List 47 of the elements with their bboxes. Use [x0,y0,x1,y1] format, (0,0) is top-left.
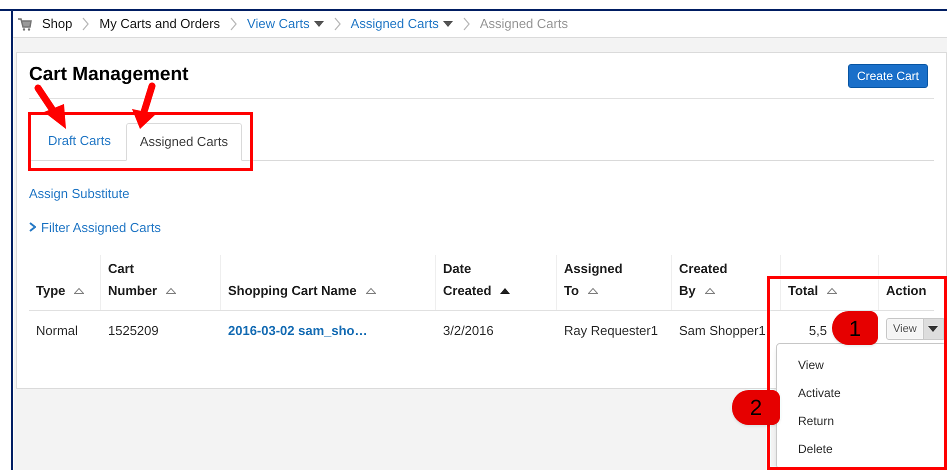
column-header: Cart [108,260,136,278]
callout-marker: 2 [732,390,780,425]
caret-icon [928,326,938,332]
chevron-icon [82,17,90,31]
menu-item[interactable]: View [798,351,824,379]
table-cell: Ray Requester1 [564,323,658,338]
chevron-icon [230,17,238,31]
caret-icon [442,21,453,27]
breadcrumb-link[interactable]: My Carts and Orders [99,14,220,34]
breadcrumb-link[interactable]: Assigned Carts [350,14,453,34]
column-header: Total [788,282,818,300]
table-cell: Sam Shopper1 [679,323,766,338]
table-cell: 5,5 [808,323,827,338]
caret-icon [314,21,324,27]
tab[interactable]: Draft Carts [33,122,126,160]
chevron-icon [334,17,341,31]
page-title: Cart Management [29,63,188,88]
chevron-icon [29,222,36,232]
breadcrumb-link[interactable]: Shop [42,14,72,34]
menu-item[interactable]: Return [798,407,834,435]
callout-marker: 1 [832,311,878,345]
column-header: Assigned [564,260,624,278]
table-cell: 1525209 [108,323,159,338]
column-header: Type [36,282,66,300]
column-header: Number [108,282,158,300]
tab[interactable]: Assigned Carts [126,123,242,161]
filter-toggle[interactable]: Filter Assigned Carts [29,218,161,237]
column-header: Date [443,260,472,278]
chevron-icon [462,17,470,31]
column-header: Action [886,282,926,300]
create-cart-button[interactable]: Create Cart [848,64,928,88]
table-cell: 3/2/2016 [443,323,494,338]
view-button[interactable]: View [886,318,924,340]
breadcrumb-link[interactable]: View Carts [247,14,324,34]
column-header: Shopping Cart Name [228,282,357,300]
menu-item[interactable]: Activate [798,379,841,407]
column-header: By [679,282,696,300]
sort-icon[interactable] [500,287,510,295]
assign-substitute-link[interactable]: Assign Substitute [29,184,130,204]
cart-icon [18,18,32,30]
column-header: To [564,282,579,300]
column-header: Created [679,260,728,278]
dropdown-toggle[interactable] [924,318,944,340]
cart-name-link[interactable]: 2016-03-02 sam_sho… [228,323,368,338]
table-cell: Normal [36,323,78,338]
column-header: Created [443,282,492,300]
menu-item[interactable]: Delete [798,435,833,463]
